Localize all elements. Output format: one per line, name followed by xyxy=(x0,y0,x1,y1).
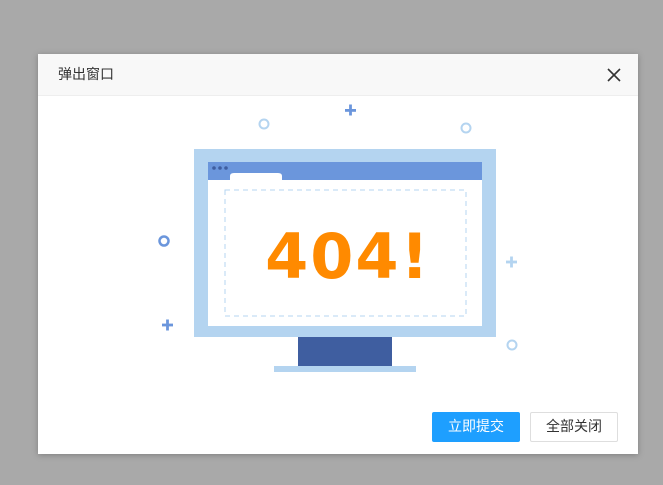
browser-tab xyxy=(230,173,282,180)
decoration-plus-icon xyxy=(162,319,173,331)
decoration-plus-icon xyxy=(506,256,517,268)
monitor-neck xyxy=(298,337,392,366)
decoration-dot xyxy=(506,339,518,351)
close-all-button[interactable]: 全部关闭 xyxy=(530,412,618,442)
monitor-base xyxy=(274,366,416,372)
decoration-dot xyxy=(158,235,170,247)
decoration-dot xyxy=(460,122,472,134)
popup-dialog: 弹出窗口 404! 立即提交 全部关闭 xyxy=(38,54,638,454)
error-code-text: 404! xyxy=(265,220,431,293)
error-404-illustration: 404! xyxy=(158,104,518,372)
decoration-plus-icon xyxy=(345,104,356,116)
decoration-dot xyxy=(258,118,270,130)
monitor: 404! xyxy=(194,149,496,372)
submit-button[interactable]: 立即提交 xyxy=(432,412,520,442)
